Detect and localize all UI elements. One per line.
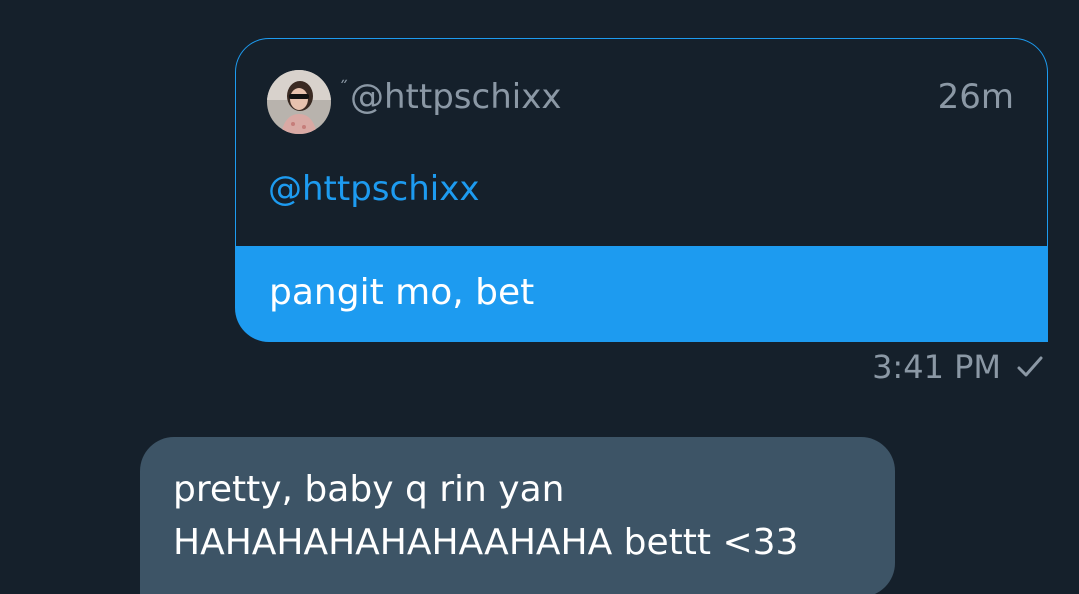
dm-conversation: ˝@httpschixx 26m @httpschixx pangit mo, …	[0, 0, 1079, 594]
author-name-mark: ˝	[339, 78, 348, 99]
sent-message-meta: 3:41 PM	[872, 348, 1045, 386]
received-message-line: HAHAHAHAHAHAAHAHA bettt <33	[173, 522, 799, 563]
quoted-tweet-card[interactable]: ˝@httpschixx 26m @httpschixx	[235, 38, 1048, 246]
sent-message-group: ˝@httpschixx 26m @httpschixx pangit mo, …	[235, 38, 1048, 342]
received-message-bubble[interactable]: pretty, baby q rin yan HAHAHAHAHAHAAHAHA…	[140, 437, 895, 594]
quoted-tweet-time: 26m	[937, 77, 1014, 117]
quoted-tweet-author[interactable]: ˝@httpschixx	[339, 77, 561, 117]
avatar[interactable]	[267, 70, 331, 134]
author-handle: @httpschixx	[350, 77, 562, 117]
sent-message-text: pangit mo, bet	[269, 272, 535, 313]
avatar-image	[267, 70, 331, 134]
quoted-tweet-mention-link[interactable]: @httpschixx	[268, 169, 479, 209]
check-icon	[1017, 356, 1043, 377]
received-message-line: pretty, baby q rin yan	[173, 469, 565, 510]
sent-message-timestamp: 3:41 PM	[872, 348, 1001, 386]
sent-message-bubble[interactable]: pangit mo, bet	[235, 246, 1048, 342]
